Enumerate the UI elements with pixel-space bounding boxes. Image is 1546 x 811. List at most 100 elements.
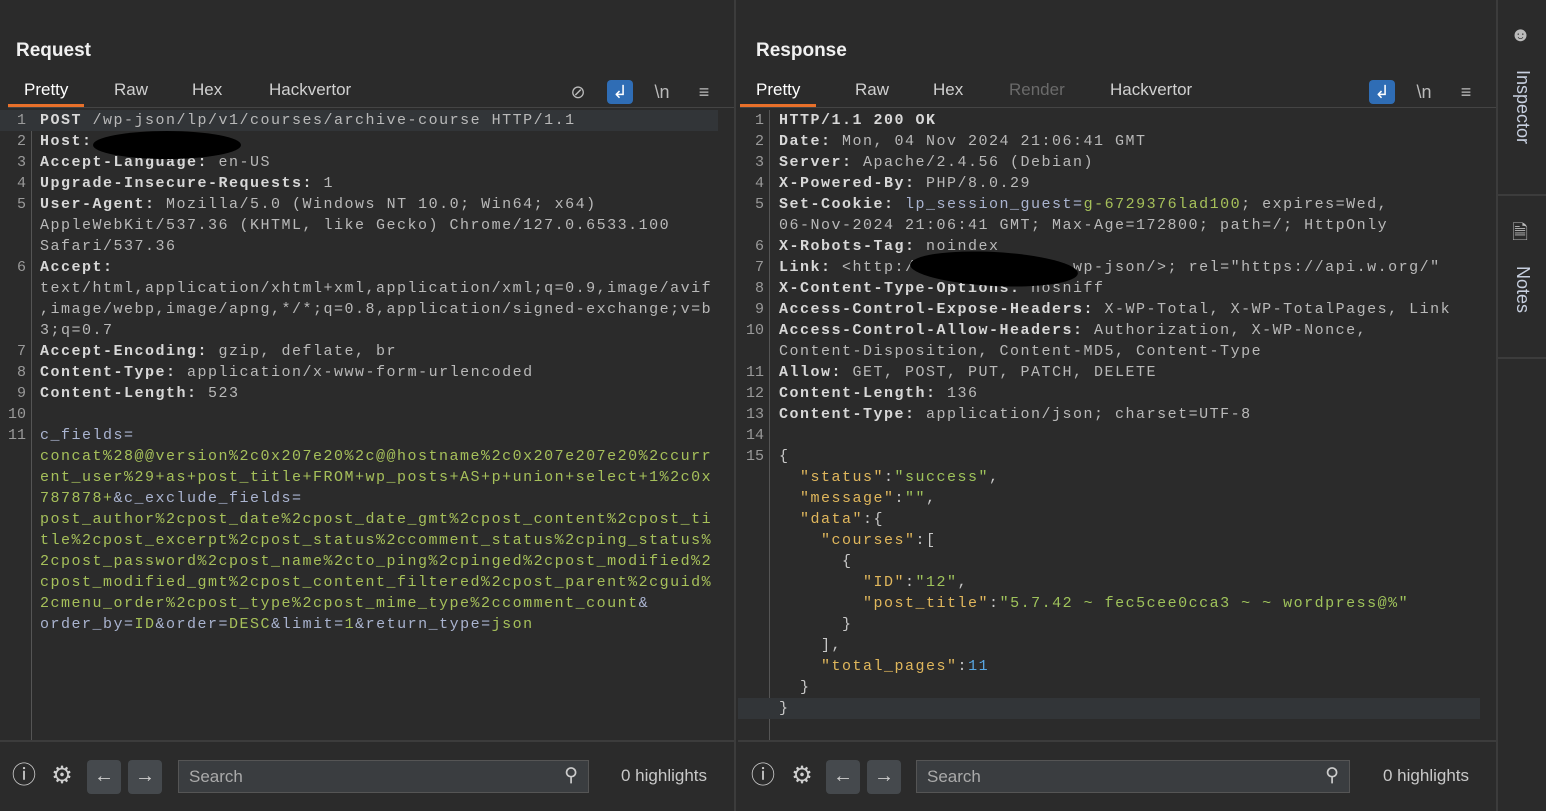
highlights-count: 0 highlights xyxy=(621,766,708,785)
tab-hex[interactable]: Hex xyxy=(917,76,979,107)
code-token: "courses" xyxy=(821,532,916,549)
document-icon[interactable]: 🗎 xyxy=(1512,218,1528,252)
help-icon[interactable]: ⓘ xyxy=(746,760,780,794)
newline-icon[interactable]: \n xyxy=(1411,80,1437,104)
code-token: Content-Type: xyxy=(40,364,177,381)
tab-hackvertor[interactable]: Hackvertor xyxy=(1094,76,1208,107)
search-icon[interactable]: ⚲ xyxy=(1325,764,1339,787)
code-text: 2cmenu_order%2cpost_type%2cpost_mime_typ… xyxy=(40,593,649,614)
line-number: 5 xyxy=(754,196,764,213)
code-token: ], xyxy=(779,637,843,654)
code-token: Authorization, X-WP-Nonce, xyxy=(1083,322,1368,339)
line-number: 10 xyxy=(745,322,764,339)
code-line: 14 xyxy=(738,425,1480,446)
forward-button[interactable]: → xyxy=(128,760,162,794)
code-line: 3;q=0.7 xyxy=(0,320,718,341)
code-token: 2cmenu_order%2cpost_type%2cpost_mime_typ… xyxy=(40,595,639,612)
code-text: Host: xyxy=(40,131,93,152)
code-text: } xyxy=(779,698,790,719)
help-icon[interactable]: ⓘ xyxy=(7,760,41,794)
gear-icon[interactable]: ⚙ xyxy=(785,760,819,794)
sidebar-item-inspector[interactable]: Inspector xyxy=(1512,70,1533,144)
code-line: 11 c_fields= xyxy=(0,425,718,446)
code-text: HTTP/1.1 200 OK xyxy=(779,110,937,131)
wrap-lines-icon[interactable]: ↲ xyxy=(1369,80,1395,104)
code-token: Allow: xyxy=(779,364,843,381)
tab-hackvertor[interactable]: Hackvertor xyxy=(253,76,367,107)
code-token: } xyxy=(779,700,790,717)
tab-pretty[interactable]: Pretty xyxy=(8,76,85,107)
code-line: 3 Server: Apache/2.4.56 (Debian) xyxy=(738,152,1480,173)
code-token: &c_exclude_fields= xyxy=(113,490,303,507)
line-number: 11 xyxy=(7,427,26,444)
search-input[interactable]: Search ⚲ xyxy=(178,760,589,793)
code-token: Apache/2.4.56 (Debian) xyxy=(852,154,1095,171)
spy-icon[interactable]: ☻ xyxy=(1510,24,1531,47)
code-line: 7 Accept-Encoding: gzip, deflate, br xyxy=(0,341,718,362)
tab-raw[interactable]: Raw xyxy=(839,76,905,107)
code-text: concat%28@@version%2c0x207e20%2c@@hostna… xyxy=(40,446,712,467)
tab-pretty[interactable]: Pretty xyxy=(740,76,817,107)
code-text: Content-Disposition, Content-MD5, Conten… xyxy=(779,341,1262,362)
line-number: 8 xyxy=(16,364,26,381)
search-icon[interactable]: ⚲ xyxy=(564,764,578,787)
code-line: 2 Date: Mon, 04 Nov 2024 21:06:41 GMT xyxy=(738,131,1480,152)
code-token: GET, POST, PUT, PATCH, DELETE xyxy=(842,364,1158,381)
code-text: 2cpost_password%2cpost_name%2cto_ping%2c… xyxy=(40,551,712,572)
code-text: Allow: GET, POST, PUT, PATCH, DELETE xyxy=(779,362,1157,383)
gear-icon[interactable]: ⚙ xyxy=(45,760,79,794)
code-line: ], xyxy=(738,635,1480,656)
code-token: "success" xyxy=(894,469,990,486)
forward-button[interactable]: → xyxy=(867,760,901,794)
newline-icon[interactable]: \n xyxy=(649,80,675,104)
code-token: X-Robots-Tag: xyxy=(779,238,916,255)
code-token: order_by= xyxy=(40,616,135,633)
request-editor[interactable]: 1 POST /wp-json/lp/v1/courses/archive-cou… xyxy=(0,110,734,742)
menu-icon[interactable]: ≡ xyxy=(1453,80,1479,104)
back-button[interactable]: ← xyxy=(87,760,121,794)
code-text: cpost_modified_gmt%2cpost_content_filter… xyxy=(40,572,712,593)
code-line: 5 User-Agent: Mozilla/5.0 (Windows NT 10.… xyxy=(0,194,718,215)
code-token: :[ xyxy=(915,532,937,549)
code-token: &order= xyxy=(155,616,230,633)
tab-hex[interactable]: Hex xyxy=(176,76,238,107)
code-line: text/html,application/xhtml+xml,applicat… xyxy=(0,278,718,299)
code-token: 06-Nov-2024 21:06:41 GMT; Max-Age=172800… xyxy=(779,217,1389,234)
code-token: "status" xyxy=(800,469,885,486)
code-token: 136 xyxy=(936,385,979,402)
line-number: 7 xyxy=(16,343,26,360)
code-token: : xyxy=(905,574,916,591)
code-token: gzip, deflate, br xyxy=(208,343,398,360)
response-editor[interactable]: 1 HTTP/1.1 200 OK 2 Date: Mon, 04 Nov 2024 … xyxy=(738,110,1496,742)
line-number: 2 xyxy=(754,133,764,150)
code-token: User-Agent: xyxy=(40,196,156,213)
sidebar-item-notes[interactable]: Notes xyxy=(1512,266,1533,313)
code-line: "data":{ xyxy=(738,509,1480,530)
search-placeholder: Search xyxy=(189,767,243,786)
line-number: 4 xyxy=(754,175,764,192)
code-token: json xyxy=(491,616,534,633)
code-token: Mon, 04 Nov 2024 21:06:41 GMT xyxy=(831,133,1147,150)
code-token: Mozilla/5.0 (Windows NT 10.0; Win64; x64… xyxy=(155,196,597,213)
code-line: 2cmenu_order%2cpost_type%2cpost_mime_typ… xyxy=(0,593,718,614)
back-button[interactable]: ← xyxy=(826,760,860,794)
code-token: & xyxy=(638,595,650,612)
code-token: Upgrade-Insecure-Requests: xyxy=(40,175,314,192)
tab-render: Render xyxy=(1009,80,1065,99)
tab-raw[interactable]: Raw xyxy=(98,76,164,107)
wrap-lines-icon[interactable]: ↲ xyxy=(607,80,633,104)
eye-slash-icon[interactable]: ⊘ xyxy=(565,80,591,104)
code-token: "5.7.42 ~ fec5cee0cca3 ~ ~ wordpress@%" xyxy=(999,595,1410,612)
code-token: PHP/8.0.29 xyxy=(915,175,1032,192)
code-line: ent_user%29+as+post_title+FROM+wp_posts+… xyxy=(0,467,718,488)
line-number: 4 xyxy=(16,175,26,192)
search-input[interactable]: Search ⚲ xyxy=(916,760,1350,793)
code-token: Date: xyxy=(779,133,832,150)
menu-icon[interactable]: ≡ xyxy=(691,80,717,104)
code-line: 787878+&c_exclude_fields= xyxy=(0,488,718,509)
code-line: cpost_modified_gmt%2cpost_content_filter… xyxy=(0,572,718,593)
code-text: Accept-Encoding: gzip, deflate, br xyxy=(40,341,397,362)
code-text: tle%2cpost_excerpt%2cpost_status%2ccomme… xyxy=(40,530,712,551)
code-line: "post_title":"5.7.42 ~ fec5cee0cca3 ~ ~ … xyxy=(738,593,1480,614)
